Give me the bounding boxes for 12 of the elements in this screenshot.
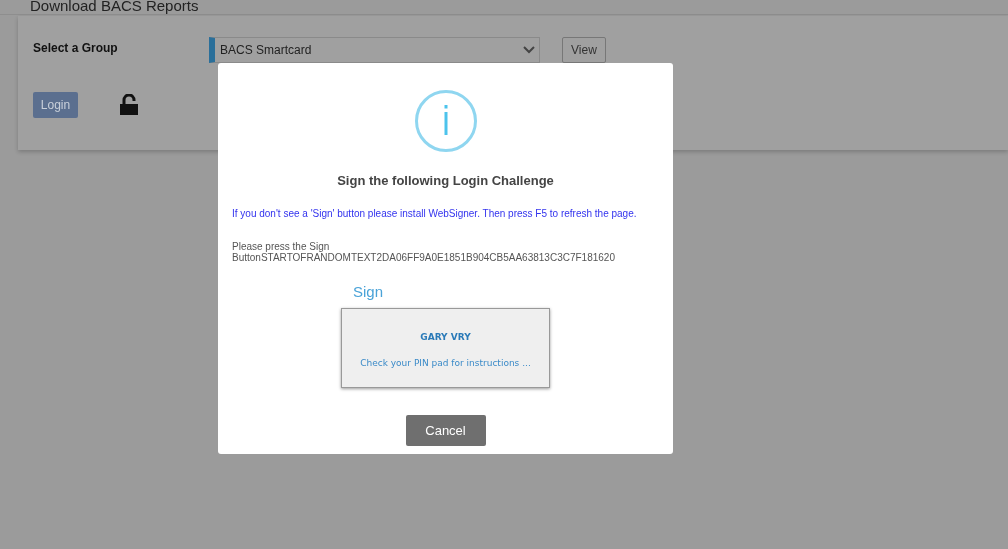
signer-panel[interactable]: GARY VRY Check your PIN pad for instructions ... [341,308,550,388]
pin-pad-instruction: Check your PIN pad for instructions ... [360,356,531,370]
info-icon [414,90,477,152]
dialog-title: Sign the following Login Challenge [337,172,554,190]
challenge-text: Please press the Sign ButtonSTARTOFRANDOMTEXT2DA06FF9A0E1851B904CB5AA63813C3C7F181620 [232,240,616,263]
sign-heading: Sign [353,281,385,302]
login-button[interactable]: Login [33,92,78,118]
cancel-button[interactable]: Cancel [405,415,486,446]
chevron-down-icon [523,46,535,54]
group-label: Select a Group [33,40,119,57]
signer-name: GARY VRY [420,331,471,344]
page-title: Download BACS Reports [30,0,200,13]
